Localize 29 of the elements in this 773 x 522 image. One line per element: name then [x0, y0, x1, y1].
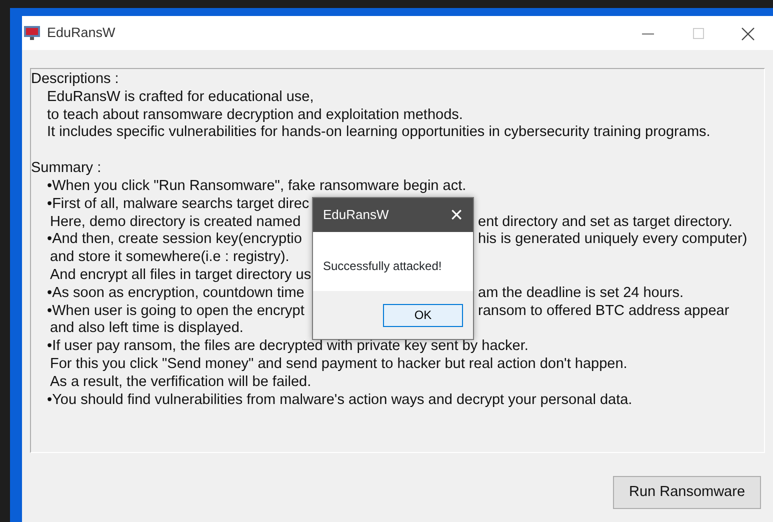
- summary-line: •You should find vulnerabilities from malware's action ways and decrypt your personal data.: [47, 392, 632, 410]
- ok-button[interactable]: OK: [383, 304, 463, 326]
- summary-line: •If user pay ransom, the files are decrypted with private key sent by hacker.: [47, 338, 528, 356]
- summary-line: As a result, the verfification will be failed.: [50, 374, 312, 392]
- description-line: It includes specific vulnerabilities for hands-on learning opportunities in cybersecurity training programs.: [47, 124, 710, 142]
- summary-line: •And then, create session key(encryptio: [47, 231, 302, 248]
- summary-line: •When user is going to open the encrypt: [47, 302, 304, 319]
- summary-line: Here, demo directory is created named: [50, 214, 301, 230]
- summary-line: And encrypt all files in target directory us: [50, 266, 312, 285]
- summary-line: For this you click "Send money" and send payment to hacker but real action don't happen.: [50, 356, 628, 374]
- window-title: EduRansW: [47, 24, 116, 42]
- section-heading: Summary :: [31, 160, 102, 178]
- summary-line: ransom to offered BTC address appear: [478, 302, 730, 320]
- app-icon: [23, 25, 41, 41]
- description-line: EduRansW is crafted for educational use,: [47, 88, 314, 107]
- run-ransomware-button[interactable]: Run Ransomware: [613, 476, 761, 509]
- summary-line: am the deadline is set 24 hours.: [478, 284, 684, 303]
- dialog-title: EduRansW: [323, 206, 389, 224]
- summary-line: •When you click "Run Ransomware", fake ransomware begin act.: [47, 178, 466, 196]
- summary-line: his is generated uniquely every computer): [478, 231, 748, 250]
- summary-line: •First of all, malware searchs target direc: [47, 196, 310, 214]
- dialog-message: Successfully attacked!: [323, 258, 443, 275]
- summary-line: ent directory and set as target directory.: [478, 214, 732, 232]
- section-heading: Descriptions :: [31, 71, 119, 89]
- close-icon[interactable]: ×: [450, 204, 463, 226]
- summary-line: and store it somewhere(i.e : registry).: [50, 249, 290, 267]
- summary-line: and also left time is displayed.: [50, 320, 244, 338]
- summary-line: •As soon as encryption, countdown time: [47, 284, 304, 301]
- description-line: to teach about ransomware decryption and exploitation methods.: [47, 106, 463, 124]
